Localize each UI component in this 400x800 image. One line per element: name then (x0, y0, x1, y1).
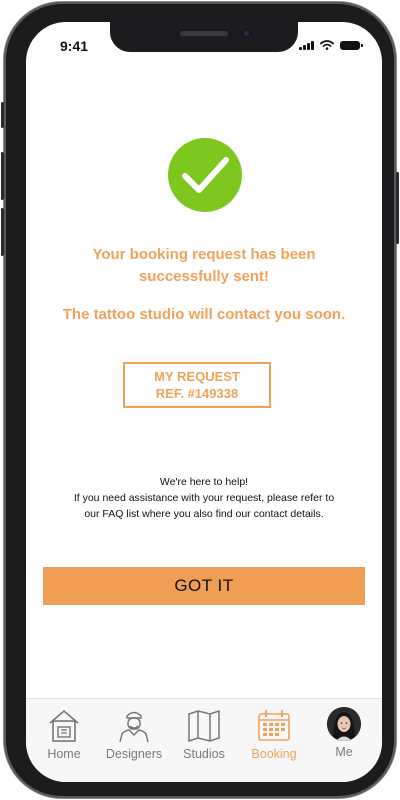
phone-frame: 9:41 Your booking request has been succe… (1, 2, 399, 798)
tab-booking[interactable]: Booking (243, 707, 305, 761)
wifi-icon (320, 40, 334, 50)
tab-me-label: Me (335, 745, 353, 759)
notch (110, 22, 298, 52)
tab-home-label: Home (47, 747, 81, 761)
ref-title: MY REQUEST (154, 369, 240, 384)
status-icons (299, 40, 363, 50)
camera-icon (242, 29, 251, 38)
help-line-1: We're here to help! (159, 476, 249, 488)
success-check-icon (168, 138, 242, 212)
tab-studios-label: Studios (183, 747, 225, 761)
signal-icon (299, 40, 314, 50)
side-button-volume-down (1, 208, 4, 256)
request-reference-box[interactable]: MY REQUEST REF. #149338 (123, 362, 271, 408)
tab-studios[interactable]: Studios (173, 707, 235, 761)
speaker (180, 31, 228, 36)
map-icon (188, 709, 220, 743)
tab-designers-label: Designers (105, 747, 163, 761)
success-line-1: Your booking request has been (92, 246, 316, 263)
tab-booking-label: Booking (251, 747, 297, 761)
status-time: 9:41 (60, 38, 89, 54)
contact-message: The tattoo studio will contact you soon. (62, 306, 346, 323)
success-line-2: successfully sent! (138, 268, 270, 285)
designer-icon (119, 711, 149, 743)
calendar-icon (258, 710, 290, 741)
ref-number: REF. #149338 (155, 386, 239, 401)
house-icon (49, 709, 79, 742)
tab-designers[interactable]: Designers (103, 707, 165, 761)
tab-home[interactable]: Home (33, 707, 95, 761)
avatar (327, 707, 361, 741)
side-button-volume-up (1, 152, 4, 200)
success-message: Your booking request has been successful… (26, 244, 382, 288)
help-line-2: If you need assistance with your request… (73, 492, 335, 504)
help-line-3: our FAQ list where you also find our con… (84, 508, 324, 520)
screen: 9:41 Your booking request has been succe… (26, 22, 382, 782)
got-it-button[interactable]: GOT IT (43, 567, 365, 605)
help-text: We're here to help! If you need assistan… (26, 474, 382, 522)
side-button-power (396, 172, 399, 244)
tab-me[interactable]: Me (313, 707, 375, 759)
side-button-mute (1, 102, 4, 128)
battery-icon (340, 40, 363, 50)
tab-bar: Home Designers Studios Booking Me (26, 698, 382, 782)
